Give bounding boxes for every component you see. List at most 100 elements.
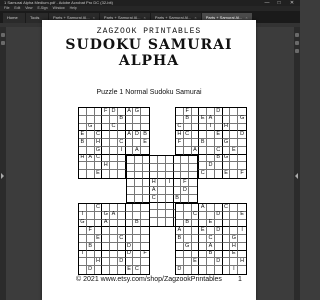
sudoku-cell [118,170,126,178]
sudoku-cell [230,123,239,132]
sudoku-cell: D [214,227,223,236]
sudoku-cell: B [176,235,184,243]
attachment-icon[interactable] [1,41,5,45]
sudoku-cell [87,170,95,178]
sudoku-cell: E [199,227,208,236]
sudoku-cell: E [126,266,134,274]
sudoku-cell [165,163,174,172]
tab-label: Home [7,15,18,20]
sudoku-cell: C [117,139,126,147]
sudoku-cell: G [86,124,95,132]
sudoku-cell [110,139,118,147]
sudoku-cell: E [230,147,239,155]
sudoku-cell [191,131,200,140]
menu-help[interactable]: Help [70,6,77,10]
sudoku-cell [79,170,87,178]
menu-edit[interactable]: Edit [14,6,20,10]
sudoku-cell [110,162,118,171]
tab-home[interactable]: Home [3,13,25,23]
sudoku-cell [79,108,87,116]
sudoku-cell: G [183,243,192,251]
sudoku-cell [238,147,246,155]
sudoku-cell [117,242,126,251]
sudoku-cell [141,266,149,274]
sudoku-cell [142,187,151,195]
sudoku-grid-bottom-right: ACCDEBEAEDIBCGGAHBEEDHDI [175,203,247,275]
sudoku-cell: C [199,170,208,178]
menu-window[interactable]: Window [53,6,65,10]
menu-file[interactable]: File [4,6,9,10]
sudoku-cell [183,235,192,243]
sudoku-cell [102,170,111,178]
sudoku-cell [183,258,192,267]
sudoku-cell [117,162,126,171]
menu-view[interactable]: View [25,6,32,10]
menu-esign[interactable]: E-Sign [37,6,47,10]
sudoku-cell: I [117,147,126,155]
sudoku-cell [125,235,134,243]
sudoku-cell: B [117,116,126,124]
sudoku-cell [238,266,246,274]
left-panel [0,27,6,300]
sudoku-cell [181,156,190,164]
expand-panel-icon[interactable] [1,173,4,179]
sudoku-cell [214,139,223,147]
collapse-panel-icon[interactable] [295,173,298,179]
sudoku-cell: G [230,235,239,243]
sudoku-cell [133,258,142,267]
sudoku-cell [125,139,134,147]
sudoku-cell [230,219,239,228]
sudoku-cell [150,218,159,226]
sudoku-cell: F [102,108,111,116]
sudoku-cell [102,146,111,155]
sudoku-cell [191,123,200,132]
sudoku-cell [165,210,174,219]
sudoku-cell [176,146,184,155]
sudoku-cell [199,258,208,267]
sudoku-cell [102,139,111,147]
sudoku-cell [110,219,118,228]
bookmark-icon[interactable] [1,33,5,37]
sudoku-cell: E [214,131,223,140]
sudoku-cell [230,227,239,236]
sudoku-cell [133,250,142,259]
sudoku-cell: I [79,251,87,259]
sudoku-cell [133,235,142,243]
sudoku-cell [117,154,126,163]
export-icon[interactable] [295,49,299,53]
sudoku-cell [189,164,197,172]
sudoku-cell: C [150,195,159,203]
sudoku-cell [191,242,200,251]
sudoku-cell [133,227,142,236]
sudoku-cell: C [117,235,126,243]
sudoku-cell: H [94,258,103,267]
sudoku-cell [94,115,103,124]
sudoku-cell [184,266,192,274]
sudoku-cell: E [238,212,246,220]
sudoku-cell [183,146,192,155]
sudoku-cell [86,235,95,243]
sudoku-cell [183,250,192,259]
sudoku-cell: E [191,258,200,267]
sudoku-cell [222,242,231,251]
sudoku-cell [222,131,231,140]
sudoku-cell [86,250,95,259]
sudoku-cell [191,219,200,228]
sudoku-cell: E [79,131,87,140]
sudoku-cell [125,204,134,212]
sudoku-cell [230,131,239,140]
sudoku-cell [222,162,231,171]
sudoku-cell [94,242,103,251]
sudoku-cell [134,156,143,164]
sudoku-cell [118,266,126,274]
sudoku-cell: D [125,251,134,259]
sudoku-cell: I [230,266,239,274]
sudoku-cell: C [207,235,215,243]
sudoku-cell: D [133,131,142,140]
sudoku-cell [150,210,159,219]
sudoku-cell [110,242,118,251]
sudoku-cell: C [183,131,192,140]
comment-icon[interactable] [295,41,299,45]
sudoku-cell [214,235,223,243]
tools-icon[interactable] [295,33,299,37]
